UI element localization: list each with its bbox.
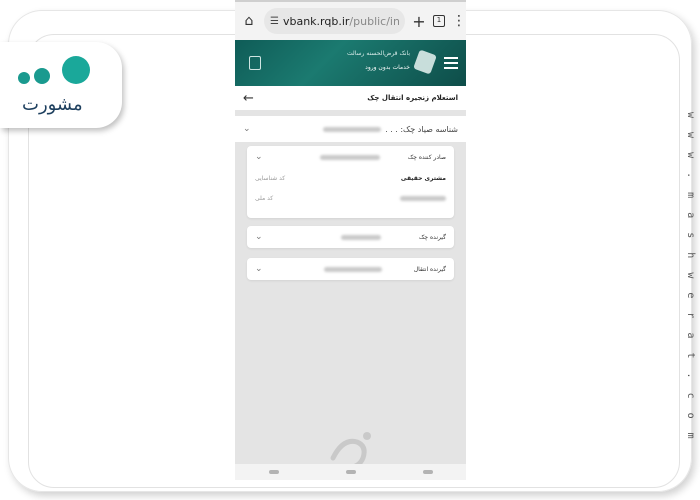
transfer-receiver-card[interactable]: ⌄ گیرنده انتقال	[247, 258, 454, 280]
sayad-id-row[interactable]: ⌄ شناسه صیاد چک: . . .	[235, 116, 466, 142]
issuer-id-type-row: کد شناسایی مشتری حقیقی	[247, 168, 454, 188]
logo-dot-medium	[34, 68, 50, 84]
id-code-label: کد شناسایی	[255, 174, 286, 182]
url-main: vbank.rqb.ir	[282, 14, 350, 28]
receiver-card[interactable]: ⌄ گیرنده چک	[247, 226, 454, 248]
bank-logo-icon	[413, 49, 437, 75]
page-title-bar: ← استعلام زنجیره انتقال چک	[235, 86, 466, 110]
tabs-icon[interactable]: 1	[433, 15, 445, 27]
browser-toolbar: ⌂ ☰ vbank.rqb.ir/public/ind + 1 ⋮	[235, 0, 466, 40]
bank-service-label: خدمات بدون ورود	[365, 64, 410, 71]
transfer-receiver-card-title: گیرنده انتقال	[413, 265, 446, 273]
nav-handle[interactable]	[345, 470, 356, 474]
receiver-name-redacted	[340, 234, 381, 240]
url-text: vbank.rqb.ir/public/ind	[283, 15, 399, 28]
issuer-name-redacted	[320, 154, 381, 160]
receiver-card-title: گیرنده چک	[419, 233, 446, 241]
mashwerat-logo: مشورت	[0, 42, 122, 128]
issuer-card-header[interactable]: ⌄ صادر کننده چک	[247, 146, 454, 168]
chevron-down-icon[interactable]: ⌄	[255, 152, 263, 162]
receiver-card-header[interactable]: ⌄ گیرنده چک	[247, 226, 454, 248]
national-id-redacted	[400, 195, 446, 201]
nav-handle[interactable]	[268, 470, 279, 474]
chevron-down-icon[interactable]: ⌄	[255, 232, 263, 242]
bank-name: بانک قرض‌الحسنه رسالت	[346, 50, 410, 57]
logo-dot-large	[62, 56, 90, 84]
issuer-card: ⌄ صادر کننده چک کد شناسایی مشتری حقیقی ک…	[247, 146, 454, 218]
logo-text: مشورت	[22, 94, 83, 115]
bottom-nav	[235, 464, 466, 480]
back-arrow-icon[interactable]: ←	[243, 91, 254, 106]
sayad-id-group: شناسه صیاد چک: . . .	[323, 125, 458, 134]
issuer-national-id-row: کد ملی	[247, 188, 454, 208]
phone-screenshot: ⌂ ☰ vbank.rqb.ir/public/ind + 1 ⋮ بانک ق…	[235, 0, 466, 480]
issuer-card-title: صادر کننده چک	[407, 153, 446, 161]
transfer-receiver-redacted	[324, 266, 383, 272]
nav-handle[interactable]	[422, 470, 433, 474]
chevron-down-icon[interactable]: ⌄	[255, 264, 263, 274]
plus-icon[interactable]: +	[412, 12, 426, 31]
home-icon[interactable]: ⌂	[241, 13, 257, 29]
id-code-value: مشتری حقیقی	[400, 174, 446, 182]
menu-icon[interactable]	[444, 57, 458, 72]
sayad-id-label: شناسه صیاد چک: . . .	[385, 124, 458, 134]
chevron-down-icon[interactable]: ⌄	[243, 124, 251, 134]
tune-icon[interactable]: ☰	[270, 16, 279, 27]
site-url-vertical: w w w . m a s h w e r a t . c o m	[685, 112, 696, 443]
transfer-receiver-card-header[interactable]: ⌄ گیرنده انتقال	[247, 258, 454, 280]
exit-icon[interactable]	[249, 56, 261, 70]
page-title: استعلام زنجیره انتقال چک	[367, 94, 458, 102]
sayad-id-redacted	[323, 126, 382, 132]
more-vert-icon[interactable]: ⋮	[452, 13, 466, 29]
national-id-label: کد ملی	[255, 194, 274, 202]
logo-dot-small	[18, 72, 30, 84]
bank-header: بانک قرض‌الحسنه رسالت خدمات بدون ورود	[235, 40, 466, 86]
url-path: /public/ind	[349, 14, 399, 28]
url-bar[interactable]: ☰ vbank.rqb.ir/public/ind	[264, 8, 405, 34]
